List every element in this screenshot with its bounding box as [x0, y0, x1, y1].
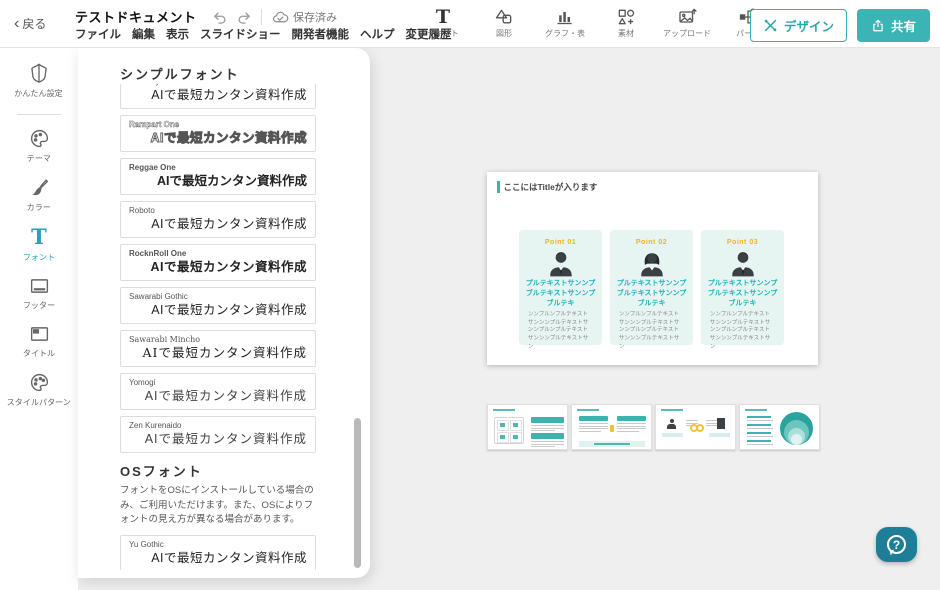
point-label: Point 01: [519, 239, 602, 246]
card-body: ンンプルンプルテキストサンンンプルテキストサンンプルンプルテキストサンンンプルテ…: [613, 311, 689, 351]
beginner-mark-icon: [29, 62, 49, 84]
font-option-sawarabi-gothic[interactable]: Sawarabi Gothic AIで最短カンタン資料作成: [120, 287, 316, 324]
save-status-label: 保存済み: [293, 9, 337, 25]
point-label: Point 02: [610, 239, 693, 246]
font-option-raleway[interactable]: Raleway AIで最短カンタン資料作成: [120, 84, 316, 109]
slide-title-block[interactable]: ここにはTitleが入ります: [497, 181, 597, 193]
back-button[interactable]: ‹ 戻る: [14, 15, 46, 32]
style-palette-icon: [29, 372, 50, 393]
help-button[interactable]: ?: [876, 527, 917, 562]
menu-file[interactable]: ファイル: [75, 26, 121, 42]
brush-icon: [29, 177, 50, 198]
font-option-rocknroll-one[interactable]: RocknRoll One AIで最短カンタン資料作成: [120, 244, 316, 281]
menu-bar: ファイル 編集 表示 スライドショー 開発者機能 ヘルプ 変更履歴: [75, 26, 452, 42]
point-card-2[interactable]: Point 02 プルテキストサンンプブルテキストサンンプブルテキ ンンプルンプ…: [610, 230, 693, 345]
businesswoman-icon: [637, 249, 667, 277]
font-option-yomogi[interactable]: Yomogi AIで最短カンタン資料作成: [120, 373, 316, 410]
upload-tool-button[interactable]: アップロード: [664, 5, 710, 39]
slide-editor-preview[interactable]: ここにはTitleが入ります Point 01 プルテキストサンンプブルテキスト…: [487, 172, 818, 365]
sidebar-item-font[interactable]: T フォント: [0, 226, 78, 263]
point-label: Point 03: [701, 239, 784, 246]
share-label: 共有: [891, 16, 916, 35]
settings-sidebar: かんたん設定 テーマ カラー T フォント フッター タイトル スタイルパターン: [0, 48, 78, 590]
font-option-zen-kurenaido[interactable]: Zen Kurenaido AIで最短カンタン資料作成: [120, 416, 316, 453]
top-bar: ‹ 戻る テストドキュメント ファイル 編集 表示 スライドショー 開発者機能 …: [0, 0, 940, 48]
businessman-icon: [546, 249, 576, 277]
bar-chart-icon: [555, 5, 575, 27]
design-tools-icon: [763, 18, 778, 33]
document-title[interactable]: テストドキュメント: [75, 7, 197, 26]
font-option-reggae-one[interactable]: Reggae One AIで最短カンタン資料作成: [120, 158, 316, 195]
divider: [261, 9, 262, 25]
history-controls: 保存済み: [213, 9, 337, 25]
design-button[interactable]: デザイン: [750, 9, 847, 42]
os-fonts-note: フォントをOSにインストールしている場合のみ、ご利用いただけます。また、OSによ…: [120, 484, 320, 528]
sidebar-item-footer[interactable]: フッター: [0, 276, 78, 311]
panel-scrollbar[interactable]: [354, 418, 361, 568]
slide-title-text: ここにはTitleが入ります: [504, 181, 598, 193]
cloud-check-icon: [272, 10, 289, 25]
divider: [17, 114, 61, 115]
card-heading: プルテキストサンンプブルテキストサンンプブルテキ: [610, 279, 693, 308]
point-card-3[interactable]: Point 03 プルテキストサンンプブルテキストサンンプブルテキ ンンプルンプ…: [701, 230, 784, 345]
help-bubble-icon: ?: [887, 535, 906, 554]
chevron-left-icon: ‹: [14, 16, 19, 32]
undo-icon[interactable]: [213, 10, 228, 25]
sidebar-item-color[interactable]: カラー: [0, 177, 78, 213]
slide-thumbnail-3[interactable]: [655, 404, 736, 450]
card-heading: プルテキストサンンプブルテキストサンンプブルテキ: [519, 279, 602, 308]
businessman-icon: [728, 249, 758, 277]
sidebar-item-theme[interactable]: テーマ: [0, 128, 78, 164]
assets-icon: [616, 5, 636, 27]
title-accent-bar: [497, 181, 500, 193]
shapes-tool-button[interactable]: 図形: [481, 5, 527, 39]
redo-icon[interactable]: [236, 10, 251, 25]
font-option-roboto[interactable]: Roboto AIで最短カンタン資料作成: [120, 201, 316, 238]
sidebar-item-easy-settings[interactable]: かんたん設定: [0, 62, 78, 99]
slide-thumbnails: [487, 404, 820, 450]
card-body: ンンプルンプルテキストサンンンプルテキストサンンプルンプルテキストサンンンプルテ…: [522, 311, 598, 351]
menu-slideshow[interactable]: スライドショー: [200, 26, 281, 42]
sidebar-item-style-pattern[interactable]: スタイルパターン: [0, 372, 78, 408]
card-body: ンンプルンプルテキストサンンンプルテキストサンンプルンプルテキストサンンンプルテ…: [704, 311, 780, 351]
slide-thumbnail-2[interactable]: [571, 404, 652, 450]
card-heading: プルテキストサンンプブルテキストサンンプブルテキ: [701, 279, 784, 308]
text-tool-button[interactable]: T テキスト: [420, 5, 466, 39]
chart-table-tool-button[interactable]: グラフ・表: [542, 5, 588, 39]
upload-image-icon: [677, 5, 698, 27]
share-button[interactable]: 共有: [857, 9, 930, 42]
back-label: 戻る: [22, 15, 46, 32]
menu-edit[interactable]: 編集: [132, 26, 155, 42]
assets-tool-button[interactable]: 素材: [603, 5, 649, 39]
point-cards-row: Point 01 プルテキストサンンプブルテキストサンンプブルテキ ンンプルンプ…: [519, 230, 786, 345]
font-settings-panel: シンプルフォント Raleway AIで最短カンタン資料作成 Rampart O…: [78, 48, 370, 578]
save-status: 保存済み: [272, 9, 337, 25]
serif-t-icon: T: [31, 226, 47, 248]
font-option-sawarabi-mincho[interactable]: Sawarabi Mincho AIで最短カンタン資料作成: [120, 330, 316, 367]
text-icon: T: [436, 8, 450, 27]
simple-fonts-section-title: シンプルフォント: [120, 64, 240, 83]
shapes-icon: [494, 5, 514, 27]
menu-help[interactable]: ヘルプ: [360, 26, 395, 42]
font-option-yu-gothic[interactable]: Yu Gothic AIで最短カンタン資料作成: [120, 535, 316, 570]
sidebar-item-title[interactable]: タイトル: [0, 324, 78, 359]
font-option-rampart-one[interactable]: Rampart One AIで最短カンタン資料作成: [120, 115, 316, 152]
title-frame-icon: [29, 324, 50, 344]
menu-view[interactable]: 表示: [166, 26, 189, 42]
os-fonts-section-title: OSフォント: [120, 461, 320, 480]
slide-thumbnail-1[interactable]: [487, 404, 568, 450]
slide-thumbnail-4[interactable]: [739, 404, 820, 450]
footer-frame-icon: [29, 276, 50, 296]
palette-icon: [29, 128, 50, 149]
point-card-1[interactable]: Point 01 プルテキストサンンプブルテキストサンンプブルテキ ンンプルンプ…: [519, 230, 602, 345]
font-list-scroll-area[interactable]: Raleway AIで最短カンタン資料作成 Rampart One AIで最短カ…: [120, 84, 320, 570]
design-label: デザイン: [784, 16, 834, 35]
share-icon: [871, 18, 885, 33]
menu-developer[interactable]: 開発者機能: [292, 26, 350, 42]
